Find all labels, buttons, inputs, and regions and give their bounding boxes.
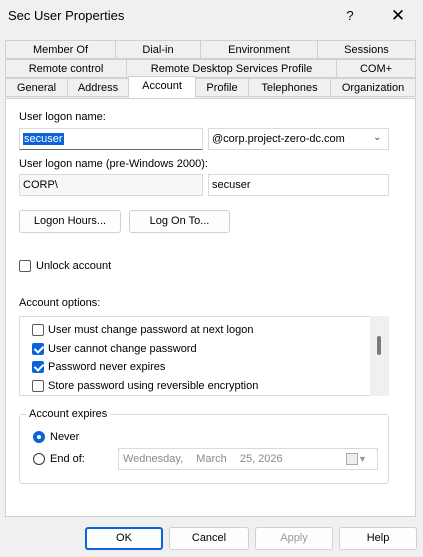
tab-dial-in[interactable]: Dial-in — [115, 40, 201, 59]
apply-button[interactable]: Apply — [255, 527, 333, 550]
close-icon[interactable]: ✕ — [383, 4, 413, 28]
pre2000-label: User logon name (pre-Windows 2000): — [19, 158, 208, 170]
logon-name-label: User logon name: — [19, 111, 106, 123]
window-title: Sec User Properties — [8, 8, 125, 23]
end-of-radio[interactable] — [33, 453, 45, 465]
tab-organization[interactable]: Organization — [330, 78, 416, 97]
date-day-year: 25, 2026 — [239, 453, 283, 465]
option-cannot-change-checkbox[interactable] — [32, 343, 44, 355]
pre2000-user-input[interactable]: secuser — [208, 174, 389, 196]
expiry-date-picker[interactable]: Wednesday, March 25, 2026 — [118, 448, 378, 470]
option-must-change-label: User must change password at next logon — [48, 324, 254, 336]
chevron-down-icon: ⌄ — [373, 132, 382, 143]
logon-hours-button[interactable]: Logon Hours... — [19, 210, 121, 233]
calendar-dropdown-icon[interactable]: ▼ — [346, 451, 374, 467]
domain-value: @corp.project-zero-dc.com — [212, 133, 345, 145]
never-label: Never — [50, 431, 80, 443]
log-on-to-button[interactable]: Log On To... — [129, 210, 230, 233]
account-expires-label: Account expires — [26, 408, 111, 420]
option-never-expires-label: Password never expires — [48, 361, 166, 373]
domain-select[interactable]: @corp.project-zero-dc.com ⌄ — [208, 128, 389, 150]
logon-name-value: secuser — [23, 133, 64, 145]
tab-profile[interactable]: Profile — [195, 78, 249, 97]
tab-com-plus[interactable]: COM+ — [336, 59, 416, 78]
never-radio[interactable] — [33, 431, 45, 443]
option-never-expires-checkbox[interactable] — [32, 361, 44, 373]
pre2000-domain-field: CORP\ — [19, 174, 203, 196]
end-of-label: End of: — [50, 453, 85, 465]
help-title-button[interactable]: ? — [337, 4, 363, 28]
logon-name-input[interactable]: secuser — [19, 128, 203, 150]
tab-sessions[interactable]: Sessions — [317, 40, 416, 59]
unlock-account-checkbox[interactable] — [19, 260, 31, 272]
tab-address[interactable]: Address — [67, 78, 129, 97]
tab-general[interactable]: General — [5, 78, 68, 97]
account-options-label: Account options: — [19, 297, 101, 309]
tab-remote-control[interactable]: Remote control — [5, 59, 127, 78]
tab-environment[interactable]: Environment — [200, 40, 318, 59]
date-month: March — [196, 453, 227, 465]
option-must-change-checkbox[interactable] — [32, 324, 44, 336]
date-weekday: Wednesday, — [123, 453, 184, 465]
help-button[interactable]: Help — [339, 527, 417, 550]
scroll-thumb[interactable] — [377, 336, 381, 355]
ok-button[interactable]: OK — [85, 527, 163, 550]
cancel-button[interactable]: Cancel — [169, 527, 249, 550]
unlock-account-label: Unlock account — [36, 260, 112, 272]
option-reversible-label: Store password using reversible encrypti… — [48, 380, 259, 392]
tab-telephones[interactable]: Telephones — [248, 78, 331, 97]
option-reversible-checkbox[interactable] — [32, 380, 44, 392]
tab-account[interactable]: Account — [128, 76, 196, 98]
option-cannot-change-label: User cannot change password — [48, 343, 197, 355]
account-options-scrollbar[interactable] — [370, 316, 389, 396]
tab-member-of[interactable]: Member Of — [5, 40, 116, 59]
